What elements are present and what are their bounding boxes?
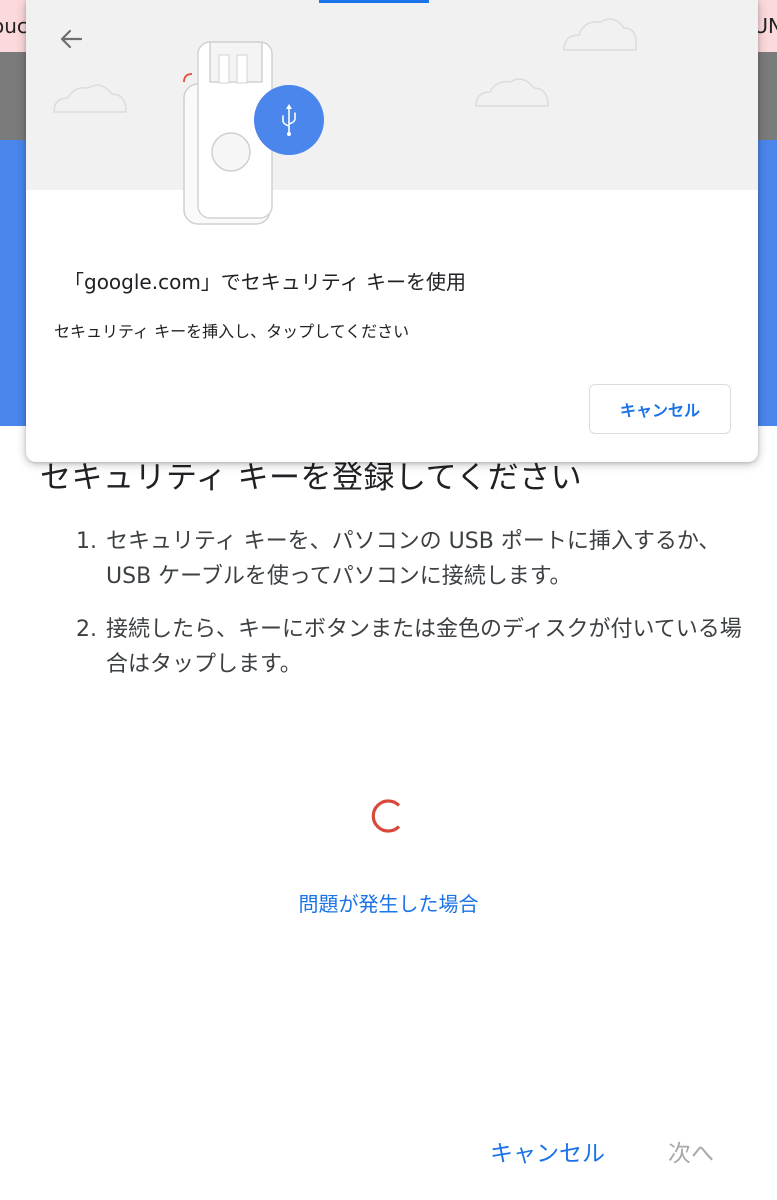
cloud-icon [53, 84, 127, 113]
security-key-dialog: 「google.com」でセキュリティ キーを使用 セキュリティ キーを挿入し、… [26, 0, 758, 462]
step-number: 1. [76, 529, 97, 554]
instruction-list: 1. セキュリティ キーを、パソコンの USB ポートに挿入するか、USB ケー… [76, 524, 746, 700]
cloud-icon [475, 78, 549, 107]
usb-icon [254, 85, 324, 155]
step-text: セキュリティ キーを、パソコンの USB ポートに挿入するか、USB ケーブルを… [106, 529, 721, 589]
dialog-illustration-area [26, 0, 758, 225]
dialog-description: セキュリティ キーを挿入し、タップしてください [54, 322, 410, 341]
tab-strip-left-text: ouc [0, 14, 28, 38]
step-number: 2. [76, 617, 97, 642]
instruction-step: 1. セキュリティ キーを、パソコンの USB ポートに挿入するか、USB ケー… [76, 524, 746, 594]
cancel-button[interactable]: キャンセル [490, 1134, 605, 1168]
dialog-title: 「google.com」でセキュリティ キーを使用 [64, 270, 466, 294]
security-key-page: ouc UN セキュリティ キーを登録してください 1. セキュリティ キーを、… [0, 0, 777, 1200]
instruction-step: 2. 接続したら、キーにボタンまたは金色のディスクが付いている場合はタップします… [76, 612, 746, 682]
troubleshoot-link[interactable]: 問題が発生した場合 [0, 888, 777, 917]
next-button[interactable]: 次へ [668, 1134, 714, 1168]
step-text: 接続したら、キーにボタンまたは金色のディスクが付いている場合はタップします。 [106, 617, 742, 677]
cloud-icon [563, 18, 637, 51]
dialog-cancel-button[interactable]: キャンセル [589, 384, 731, 434]
loading-spinner-icon [371, 799, 401, 833]
security-key-illustration [53, 18, 637, 225]
